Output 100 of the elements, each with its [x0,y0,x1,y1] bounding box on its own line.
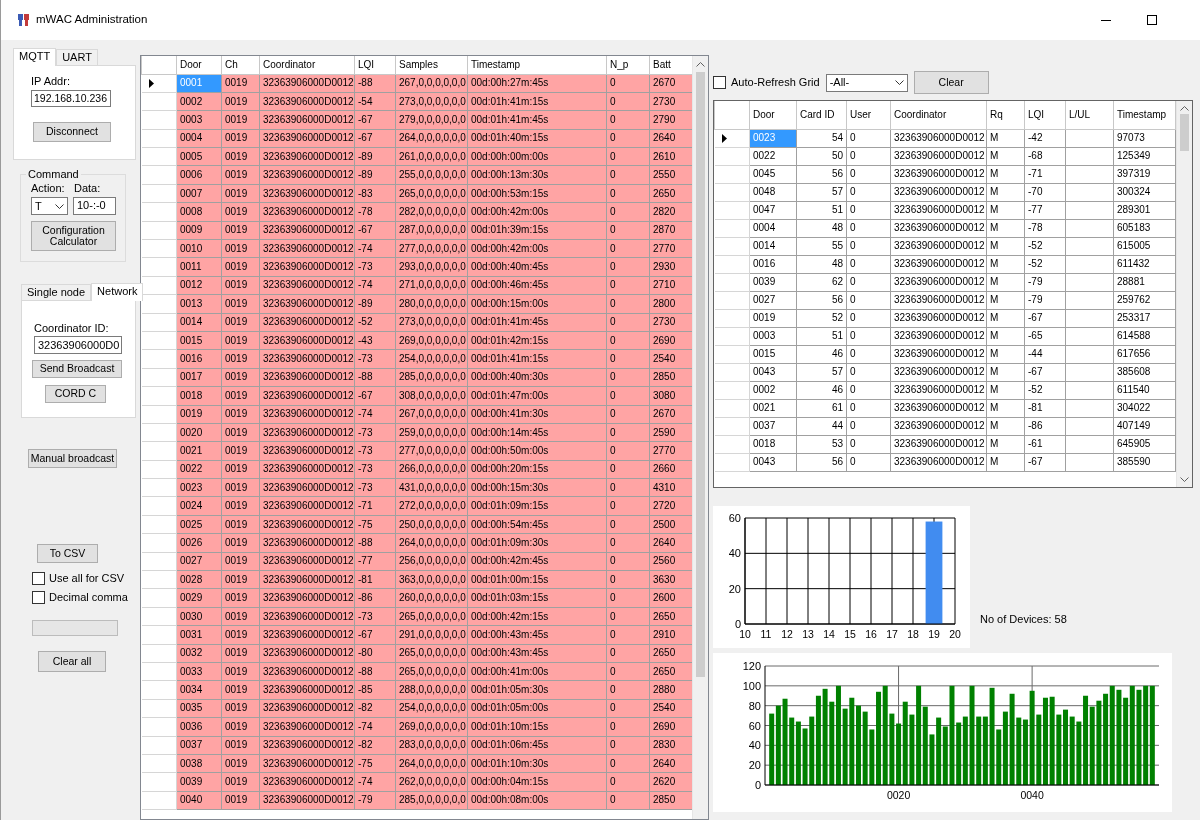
axis-label: 60 [748,719,761,732]
table-cell: 28881 [1113,273,1176,291]
table-cell: 0021 [749,399,797,417]
coordinator-dropdown[interactable]: 32363906000D0 [34,336,122,355]
minimize-icon [1101,19,1111,21]
tab[interactable]: MQTT [13,48,57,66]
field-label: Action: [31,182,66,196]
column-header[interactable]: Samples [395,56,468,74]
column-header[interactable]: L/UL [1065,101,1114,129]
ip-address-field[interactable]: 192.168.10.236 [31,90,111,108]
send-broadcast-button[interactable]: Send Broadcast [32,360,122,379]
column-header[interactable]: Card ID [796,101,847,129]
table-cell: 48 [796,219,847,237]
column-header[interactable]: LQI [354,56,396,74]
column-header[interactable]: Door [749,101,797,129]
disconnect-button[interactable]: Disconnect [33,122,111,143]
table-cell: -65 [1024,327,1066,345]
table-cell: 0 [846,237,891,255]
table-cell: M [986,399,1025,417]
table-cell: 56 [796,291,847,309]
checkbox[interactable] [713,76,726,89]
table-cell: 259762 [1113,291,1176,309]
table-cell: 0 [846,183,891,201]
table-cell: 300324 [1113,183,1176,201]
table-cell: -61 [1024,435,1066,453]
scrollbar-thumb[interactable] [696,72,705,677]
column-header[interactable]: User [846,101,891,129]
table-cell: 0004 [749,219,797,237]
table-cell: 645905 [1113,435,1176,453]
axis-label: 11 [760,628,772,640]
table-cell: M [986,219,1025,237]
column-header[interactable]: Timestamp [467,56,607,74]
column-header[interactable]: N_p [606,56,650,74]
table-cell: 0022 [749,147,797,165]
row-pointer-icon [148,79,154,89]
table-cell: 97073 [1113,129,1176,147]
table-cell: M [986,255,1025,273]
column-header[interactable]: Timestamp [1113,101,1176,129]
row-pointer-icon [721,133,727,143]
axis-label: 120 [742,660,761,672]
table-cell: M [986,273,1025,291]
checkbox[interactable] [32,572,45,585]
table-cell: 46 [796,381,847,399]
table-cell: 0 [846,381,891,399]
table-cell: -81 [1024,399,1066,417]
tab[interactable]: UART [56,49,98,65]
scrollbar[interactable] [1176,101,1192,487]
window-title: mWAC Administration [36,13,148,27]
configuration-calculator-button[interactable]: Configuration Calculator [31,221,116,252]
axis-label: 14 [823,628,835,640]
column-header[interactable]: Coordinator [259,56,355,74]
column-header[interactable]: Coordinator [890,101,987,129]
table-cell: M [986,345,1025,363]
table-cell: M [986,381,1025,399]
axis-label: 10 [739,628,751,640]
table-cell: 0043 [749,363,797,381]
axis-label: 20 [728,582,741,595]
checkbox[interactable] [32,591,45,604]
table-cell: 614588 [1113,327,1176,345]
table-cell: 0003 [749,327,797,345]
scrollbar-thumb[interactable] [1180,114,1189,151]
axis-label: 13 [802,628,814,640]
data-field[interactable]: 10-:-0 [73,197,116,216]
table-cell: 0045 [749,165,797,183]
table-cell: 0 [846,399,891,417]
table-cell: 0 [846,309,891,327]
table-cell: 55 [796,237,847,255]
clear-button[interactable]: Clear [913,71,989,94]
table-cell: 289301 [1113,201,1176,219]
table-cell: 32363906000D0012 [890,309,987,327]
table-cell: 0 [846,363,891,381]
table-cell: 32363906000D0012 [890,345,987,363]
axis-label: 19 [928,628,940,640]
column-header[interactable]: Door [176,56,222,74]
column-header[interactable]: Batt [649,56,692,74]
column-header[interactable]: Rq [986,101,1025,129]
table-cell: -70 [1024,183,1066,201]
table-cell: 32363906000D0012 [890,183,987,201]
to-csv-button[interactable]: To CSV [37,544,98,563]
table-cell: 54 [796,129,847,147]
action-dropdown[interactable]: T [31,197,68,216]
checkbox-label: Decimal comma [49,590,128,605]
manual-broadcast-button[interactable]: Manual broadcast [28,449,117,468]
table-cell: -52 [1024,255,1066,273]
tab[interactable]: Network [91,283,144,301]
cord-button[interactable]: CORD C [45,385,106,404]
column-header[interactable]: Ch [221,56,260,74]
table-cell: 32363906000D0012 [890,399,987,417]
table-cell: 0043 [749,453,797,471]
column-header[interactable]: LQI [1024,101,1066,129]
filter-dropdown[interactable]: -All- [825,73,908,92]
table-cell: -44 [1024,345,1066,363]
table-cell: 0027 [749,291,797,309]
table-cell: 0002 [749,381,797,399]
table-cell: 32363906000D0012 [890,219,987,237]
clear-all-button[interactable]: Clear all [38,651,106,672]
table-cell: -78 [1024,219,1066,237]
scrollbar[interactable] [692,56,708,819]
table-cell: 32363906000D0012 [890,435,987,453]
tab[interactable]: Single node [21,284,92,300]
